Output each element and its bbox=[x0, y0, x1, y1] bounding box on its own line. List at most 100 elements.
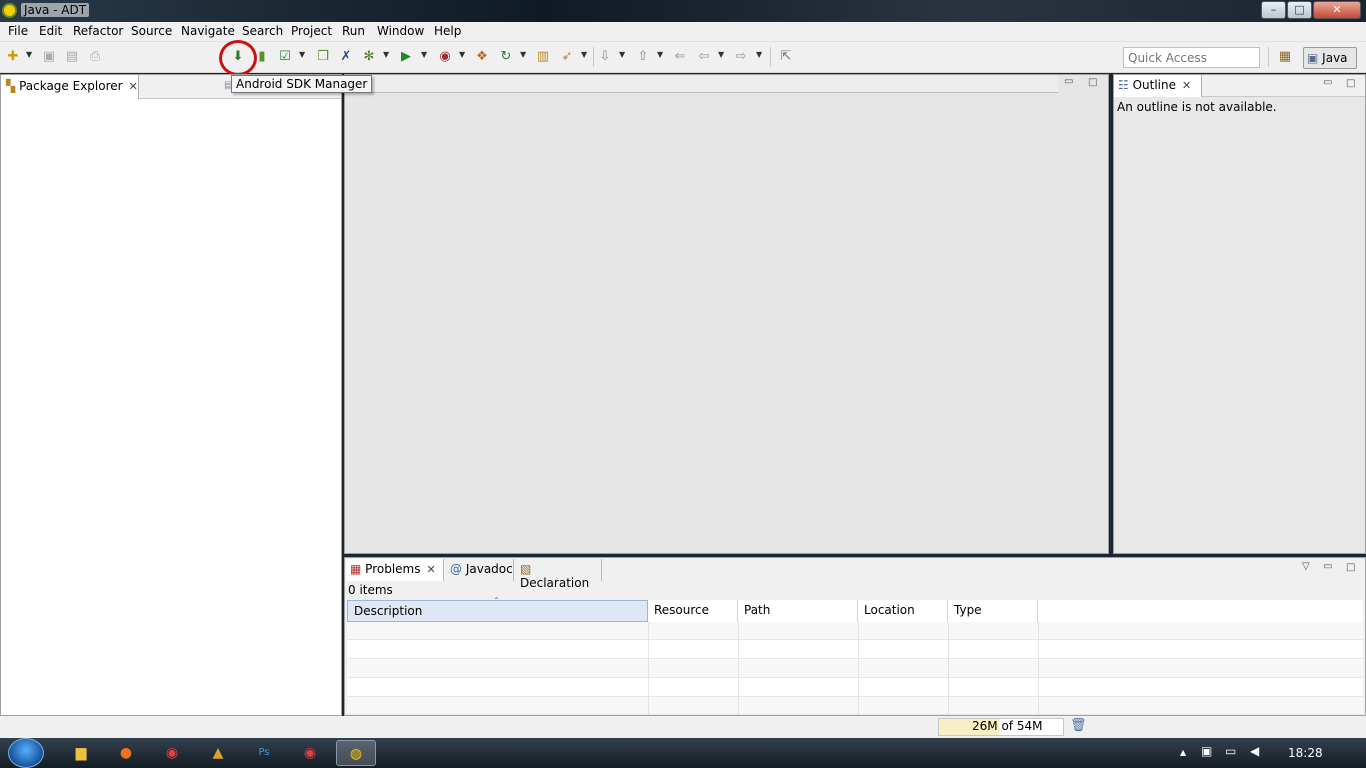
close-icon[interactable]: ✕ bbox=[426, 563, 435, 576]
outline-panel bbox=[1113, 74, 1366, 554]
outline-minimize-icon[interactable]: ▭ bbox=[1323, 77, 1332, 88]
forward-dropdown-icon[interactable]: ▼ bbox=[756, 50, 762, 59]
forward-icon[interactable]: ⇨ bbox=[732, 48, 750, 66]
photoshop-taskbar-icon[interactable]: Ps bbox=[244, 740, 284, 766]
maximize-button[interactable]: □ bbox=[1287, 1, 1312, 19]
outline-icon: ☷ bbox=[1118, 78, 1129, 92]
next-annotation-icon[interactable]: ⇩ bbox=[596, 48, 614, 66]
tab-problems[interactable]: ▦ Problems ✕ bbox=[346, 559, 444, 581]
minimize-button[interactable]: – bbox=[1261, 1, 1286, 19]
problems-icon: ▦ bbox=[350, 562, 362, 576]
run-icon[interactable]: ▶ bbox=[397, 48, 415, 66]
menu-source[interactable]: Source bbox=[131, 24, 172, 38]
column-header-type[interactable]: Type bbox=[948, 600, 1038, 622]
new-class-icon[interactable]: ↻ bbox=[497, 48, 515, 66]
menu-edit[interactable]: Edit bbox=[39, 24, 62, 38]
next-annotation-dropdown-icon[interactable]: ▼ bbox=[619, 50, 625, 59]
table-row[interactable] bbox=[347, 641, 1363, 659]
menu-search[interactable]: Search bbox=[242, 24, 283, 38]
chrome-taskbar-icon[interactable]: ◉ bbox=[152, 740, 192, 766]
new-android-project-icon[interactable]: ❐ bbox=[314, 48, 332, 66]
skip-breakpoints-icon[interactable]: ✗ bbox=[337, 48, 355, 66]
table-row[interactable] bbox=[347, 622, 1363, 640]
declaration-icon: ▧ bbox=[520, 562, 532, 576]
close-button[interactable]: ✕ bbox=[1313, 1, 1361, 19]
taskbar-clock[interactable]: 18:28 bbox=[1288, 746, 1323, 760]
problems-maximize-icon[interactable]: □ bbox=[1346, 562, 1355, 573]
garbage-collect-icon[interactable]: 🗑 bbox=[1070, 718, 1087, 733]
tab-javadoc[interactable]: @ Javadoc bbox=[446, 559, 514, 581]
save-icon[interactable]: ▣ bbox=[40, 48, 58, 66]
explorer-taskbar-icon[interactable]: ▆ bbox=[61, 740, 101, 766]
tray-device-icon[interactable]: ▣ bbox=[1201, 744, 1212, 758]
close-icon[interactable]: ✕ bbox=[129, 80, 138, 93]
chrome-taskbar-icon-2[interactable]: ◉ bbox=[290, 740, 330, 766]
view-menu-icon[interactable]: ▽ bbox=[1302, 561, 1310, 572]
menu-run[interactable]: Run bbox=[342, 24, 365, 38]
back-dropdown-icon[interactable]: ▼ bbox=[718, 50, 724, 59]
pin-editor-icon[interactable]: ⇱ bbox=[777, 48, 795, 66]
outline-empty-message: An outline is not available. bbox=[1117, 100, 1277, 114]
search-icon[interactable]: ➶ bbox=[558, 48, 576, 66]
lint-dropdown-icon[interactable]: ▼ bbox=[299, 50, 305, 59]
network-icon[interactable]: ▭ bbox=[1225, 744, 1236, 758]
new-package-icon[interactable]: ❖ bbox=[473, 48, 491, 66]
table-row[interactable] bbox=[347, 697, 1363, 715]
previous-annotation-icon[interactable]: ⇧ bbox=[634, 48, 652, 66]
save-all-icon[interactable]: ▤ bbox=[63, 48, 81, 66]
avd-manager-icon[interactable]: ▮ bbox=[253, 48, 271, 66]
java-perspective-button[interactable]: ▣ Java bbox=[1303, 47, 1357, 69]
menu-refactor[interactable]: Refactor bbox=[73, 24, 123, 38]
debug-dropdown-icon[interactable]: ▼ bbox=[383, 50, 389, 59]
sdk-manager-highlight-circle bbox=[219, 40, 257, 76]
quick-access-input[interactable] bbox=[1123, 47, 1260, 68]
previous-annotation-dropdown-icon[interactable]: ▼ bbox=[657, 50, 663, 59]
run-dropdown-icon[interactable]: ▼ bbox=[421, 50, 427, 59]
column-header-resource[interactable]: Resource bbox=[648, 600, 738, 622]
new-class-dropdown-icon[interactable]: ▼ bbox=[520, 50, 526, 59]
javadoc-icon: @ bbox=[450, 562, 462, 576]
debug-icon[interactable]: ✻ bbox=[360, 48, 378, 66]
table-row[interactable] bbox=[347, 660, 1363, 678]
menu-help[interactable]: Help bbox=[434, 24, 461, 38]
open-perspective-icon[interactable]: ▦ bbox=[1276, 48, 1294, 66]
editor-minimize-icon[interactable]: ▭ bbox=[1064, 76, 1073, 87]
print-icon[interactable]: ⎙ bbox=[86, 48, 104, 66]
back-icon[interactable]: ⇦ bbox=[695, 48, 713, 66]
last-edit-location-icon[interactable]: ⇐ bbox=[671, 48, 689, 66]
app-taskbar-icon[interactable]: ▲ bbox=[198, 740, 238, 766]
open-type-icon[interactable]: ▥ bbox=[534, 48, 552, 66]
volume-icon[interactable]: ◀ bbox=[1250, 744, 1259, 758]
editor-maximize-icon[interactable]: □ bbox=[1088, 77, 1097, 88]
menu-window[interactable]: Window bbox=[377, 24, 424, 38]
tray-expand-icon[interactable]: ▲ bbox=[1180, 748, 1186, 757]
tab-declaration[interactable]: ▧ Declaration bbox=[516, 559, 602, 590]
close-icon[interactable]: ✕ bbox=[1182, 79, 1191, 92]
firefox-taskbar-icon[interactable]: ● bbox=[106, 740, 146, 766]
menu-project[interactable]: Project bbox=[291, 24, 332, 38]
window-title: Java - ADT bbox=[21, 3, 90, 17]
adt-app-icon bbox=[2, 3, 17, 18]
adt-taskbar-icon[interactable]: ◍ bbox=[336, 740, 376, 766]
package-explorer-icon: ▚ bbox=[6, 79, 16, 93]
external-tools-icon[interactable]: ◉ bbox=[436, 48, 454, 66]
start-button[interactable] bbox=[8, 738, 44, 768]
new-dropdown-icon[interactable]: ▼ bbox=[26, 50, 32, 59]
menu-navigate[interactable]: Navigate bbox=[181, 24, 235, 38]
column-divider bbox=[738, 622, 739, 715]
table-row[interactable] bbox=[347, 679, 1363, 697]
menu-file[interactable]: File bbox=[8, 24, 28, 38]
column-header-path[interactable]: Path bbox=[738, 600, 858, 622]
new-icon[interactable]: ✚ bbox=[4, 48, 22, 66]
problems-minimize-icon[interactable]: ▭ bbox=[1323, 561, 1332, 572]
toolbar-separator bbox=[1268, 47, 1269, 67]
external-tools-dropdown-icon[interactable]: ▼ bbox=[459, 50, 465, 59]
outline-maximize-icon[interactable]: □ bbox=[1346, 78, 1355, 89]
lint-check-icon[interactable]: ☑ bbox=[276, 48, 294, 66]
search-dropdown-icon[interactable]: ▼ bbox=[581, 50, 587, 59]
tab-outline[interactable]: ☷ Outline ✕ bbox=[1114, 75, 1202, 97]
tab-package-explorer[interactable]: ▚ Package Explorer ✕ bbox=[1, 75, 139, 99]
editor-tabbar bbox=[345, 75, 1058, 93]
sort-ascending-icon: ˆ bbox=[494, 597, 499, 608]
column-header-location[interactable]: Location bbox=[858, 600, 948, 622]
